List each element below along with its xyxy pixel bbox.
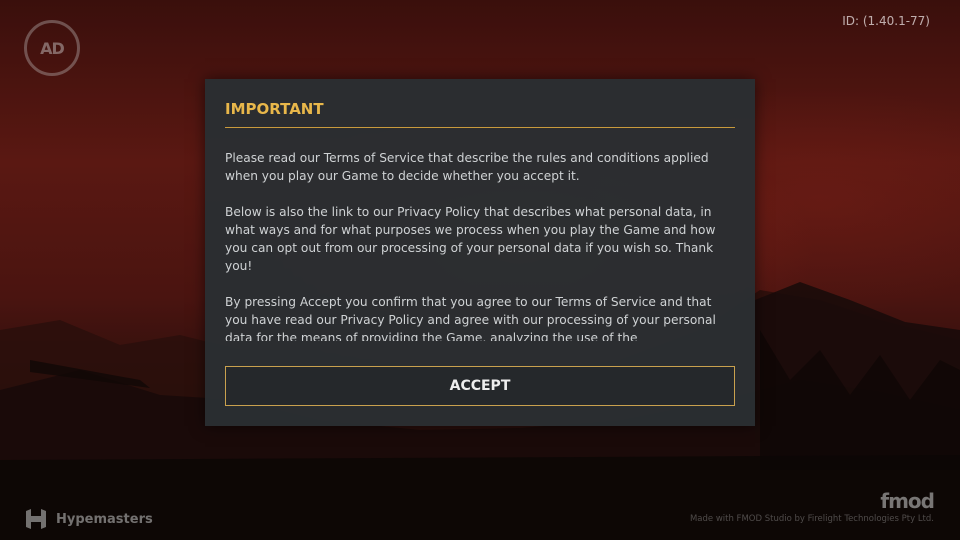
- terms-dialog: IMPORTANT Please read our Terms of Servi…: [205, 79, 755, 426]
- studio-logo-text: AD: [40, 38, 65, 58]
- build-id-label: ID: (1.40.1-77): [842, 14, 930, 28]
- fmod-logo: fmod: [880, 489, 935, 513]
- privacy-paragraph: Below is also the link to our Privacy Po…: [225, 205, 716, 273]
- game-screen: AD ID: (1.40.1-77) IMPORTANT Please read…: [0, 0, 960, 540]
- fmod-credit: Made with FMOD Studio by Firelight Techn…: [689, 514, 934, 524]
- studio-logo: AD: [24, 20, 80, 76]
- publisher-name: Hypemasters: [56, 511, 153, 527]
- consent-paragraph: By pressing Accept you confirm that you …: [225, 295, 716, 341]
- terms-text-scroll[interactable]: Please read our Terms of Service that de…: [225, 149, 737, 341]
- hypemasters-icon: [26, 509, 46, 529]
- title-divider: [225, 127, 735, 128]
- accept-button-label: ACCEPT: [449, 378, 511, 394]
- publisher-logo: Hypemasters: [24, 508, 153, 530]
- terms-paragraph: Please read our Terms of Service that de…: [225, 151, 709, 183]
- dialog-title: IMPORTANT: [225, 100, 324, 118]
- accept-button[interactable]: ACCEPT: [225, 366, 735, 406]
